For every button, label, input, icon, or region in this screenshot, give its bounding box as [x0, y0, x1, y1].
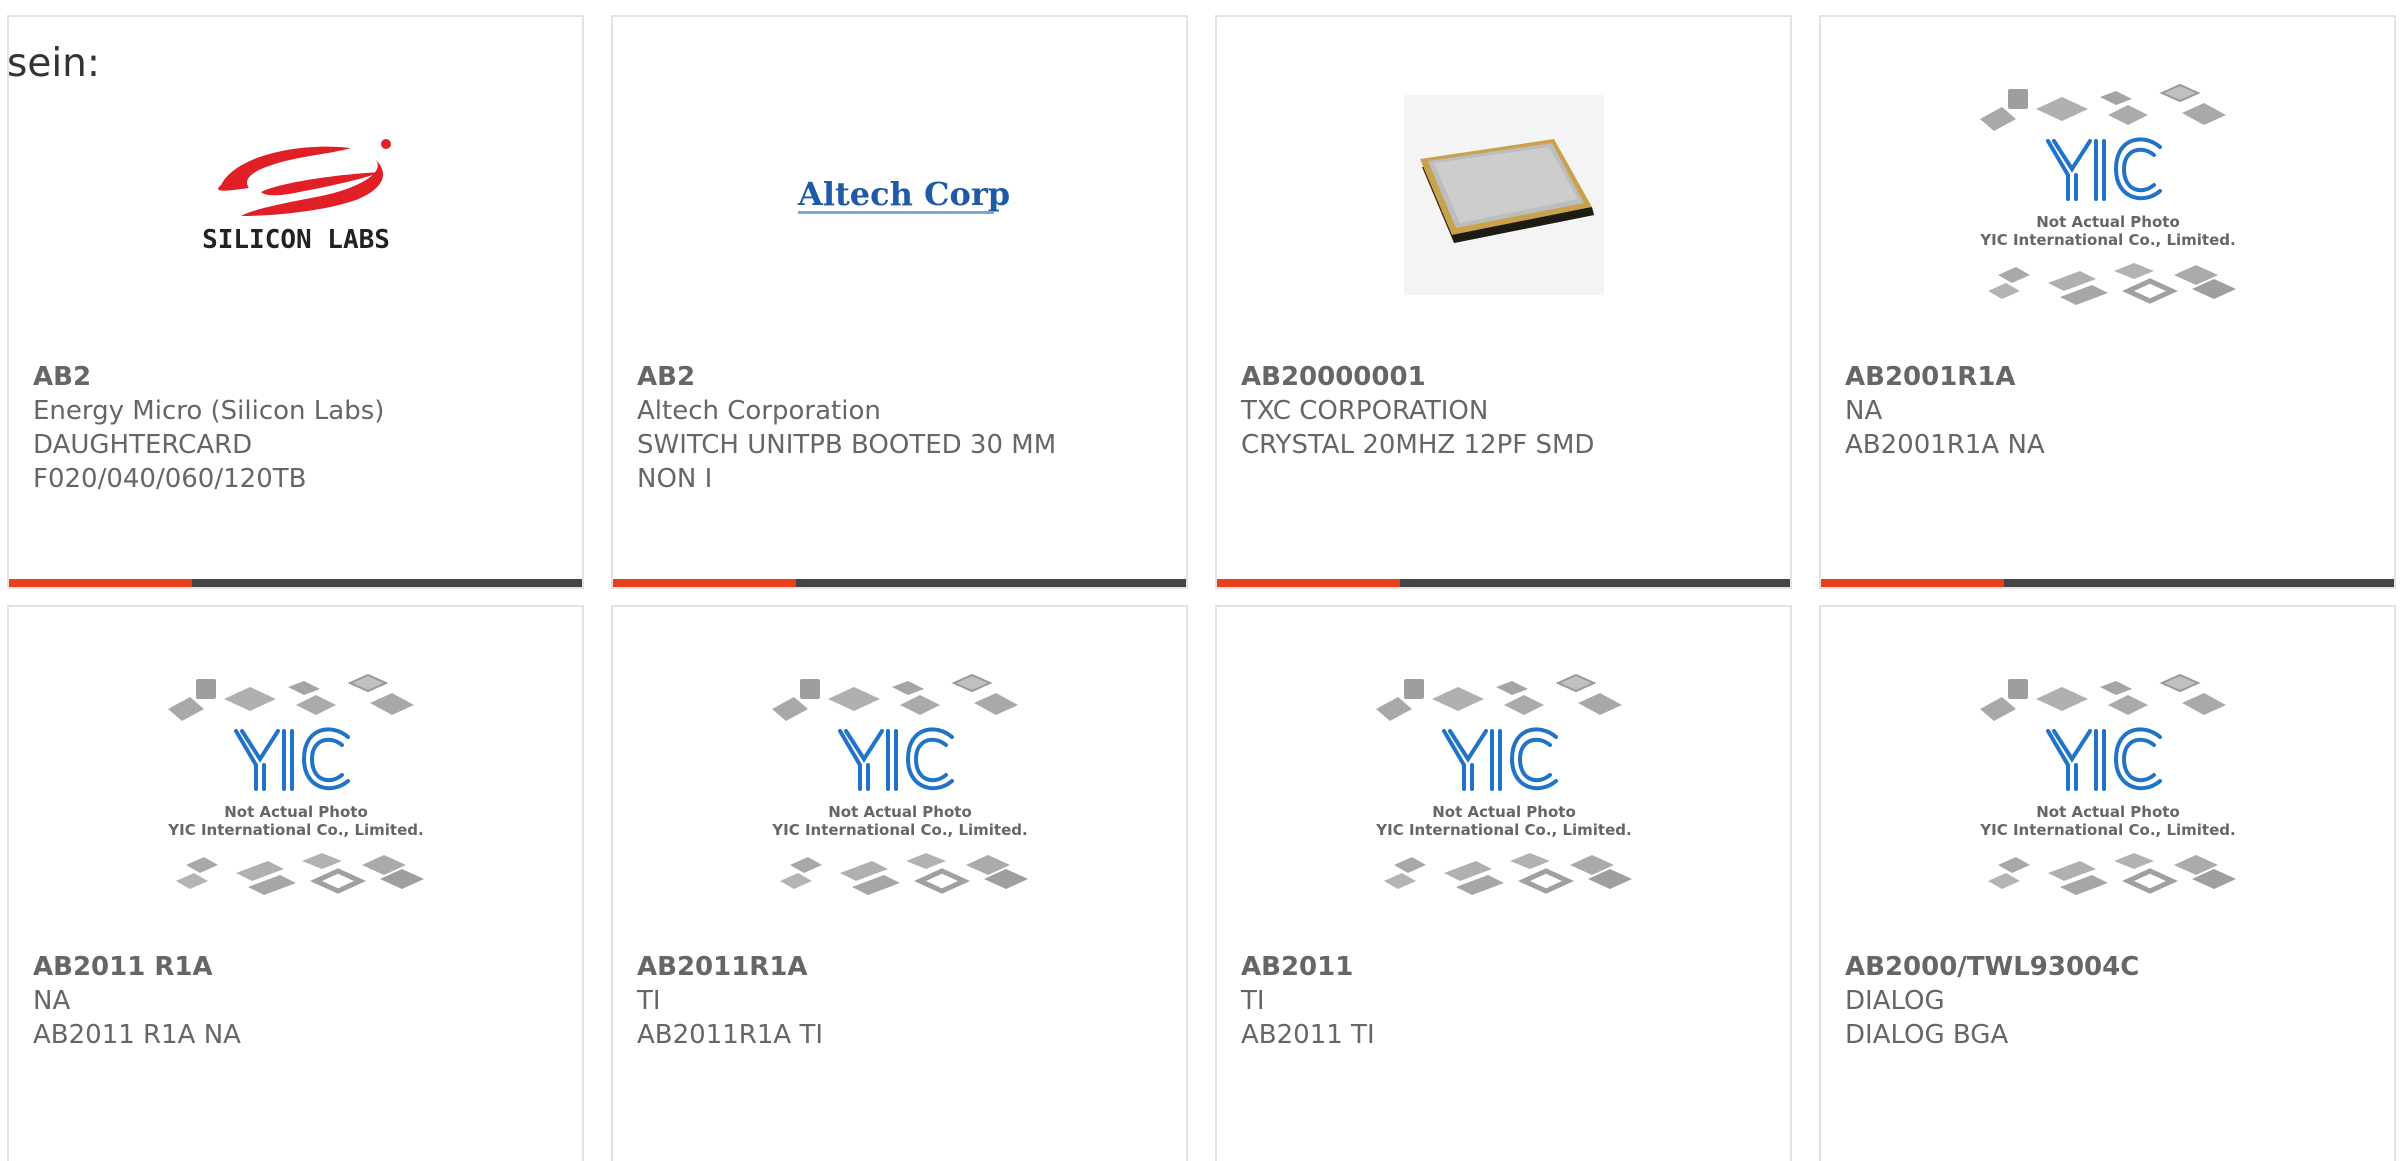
- card-accent-bar: [1821, 579, 2004, 587]
- placeholder-caption-line-2: YIC International Co., Limited.: [167, 821, 423, 839]
- manufacturer: NA: [33, 986, 71, 1016]
- yic-logo-icon: [2045, 137, 2162, 201]
- placeholder-caption-line-1: Not Actual Photo: [224, 803, 368, 821]
- placeholder-caption-line-1: Not Actual Photo: [1432, 803, 1576, 821]
- silicon-labs-logo: SILICON LABS: [202, 139, 391, 255]
- yic-placeholder-image: Not Actual PhotoYIC International Co., L…: [167, 673, 424, 895]
- manufacturer: TXC CORPORATION: [1241, 396, 1489, 426]
- lead-text: sein:: [7, 41, 101, 86]
- product-image[interactable]: SILICON LABS: [9, 75, 582, 315]
- yic-placeholder-image: Not Actual PhotoYIC International Co., L…: [771, 673, 1028, 895]
- product-image[interactable]: Not Actual Photo YIC International Co., L…: [1821, 75, 2394, 315]
- placeholder-caption-line-2: YIC International Co., Limited.: [1375, 821, 1631, 839]
- description-line-1: AB2011 TI: [1241, 1020, 1375, 1050]
- product-card[interactable]: Altech Corp. AB2 Altech Corporation SWIT…: [611, 15, 1188, 589]
- card-accent-bar: [613, 579, 796, 587]
- product-card[interactable]: AB20000001 TXC CORPORATION CRYSTAL 20MHZ…: [1215, 15, 1792, 589]
- description-line-1: DIALOG BGA: [1845, 1020, 2009, 1050]
- yic-placeholder-image: Not Actual PhotoYIC International Co., L…: [1979, 673, 2236, 895]
- product-image[interactable]: Altech Corp.: [613, 75, 1186, 315]
- part-number[interactable]: AB2000/TWL93004C: [1845, 950, 2374, 984]
- description-line-1: AB2001R1A NA: [1845, 430, 2045, 460]
- manufacturer: Altech Corporation: [637, 396, 881, 426]
- product-info: AB2 Energy Micro (Silicon Labs) DAUGHTER…: [33, 360, 562, 496]
- manufacturer: TI: [637, 986, 661, 1016]
- description-line-2: F020/040/060/120TB: [33, 464, 307, 494]
- yic-logo-icon: [2045, 727, 2162, 791]
- page: sein: SILICON LABS AB2 Energy Micro (Sil…: [0, 0, 2400, 1161]
- altech-logo: Altech Corp.: [797, 175, 1010, 214]
- card-bottom-bar: [613, 579, 1186, 587]
- product-info: AB2011 TI AB2011 TI: [1241, 950, 1770, 1052]
- placeholder-caption-line-1: Not Actual Photo: [2036, 803, 2180, 821]
- yic-logo-icon: [1441, 727, 1558, 791]
- yic-logo-icon: [233, 727, 350, 791]
- description-line-1: SWITCH UNITPB BOOTED 30 MM: [637, 430, 1057, 460]
- altech-wordmark: Altech Corp.: [797, 175, 1010, 213]
- description-line-1: AB2011R1A TI: [637, 1020, 823, 1050]
- description-line-1: AB2011 R1A NA: [33, 1020, 241, 1050]
- product-image[interactable]: Not Actual Photo YIC International Co., L…: [9, 665, 582, 905]
- part-number[interactable]: AB2001R1A: [1845, 360, 2374, 394]
- product-image[interactable]: [1217, 75, 1790, 315]
- description-line-2: NON I: [637, 464, 713, 494]
- product-card[interactable]: Not Actual Photo YIC International Co., L…: [1819, 605, 2396, 1161]
- product-card[interactable]: SILICON LABS AB2 Energy Micro (Silicon L…: [7, 15, 584, 589]
- silicon-labs-wordmark: SILICON LABS: [202, 225, 390, 255]
- product-image[interactable]: Not Actual Photo YIC International Co., L…: [1217, 665, 1790, 905]
- product-info: AB2001R1A NA AB2001R1A NA: [1845, 360, 2374, 462]
- card-bottom-bar: [1217, 579, 1790, 587]
- product-info: AB20000001 TXC CORPORATION CRYSTAL 20MHZ…: [1241, 360, 1770, 462]
- part-number[interactable]: AB2: [637, 360, 1166, 394]
- part-number[interactable]: AB2011R1A: [637, 950, 1166, 984]
- product-card[interactable]: Not Actual Photo YIC International Co., L…: [1819, 15, 2396, 589]
- manufacturer: NA: [1845, 396, 1883, 426]
- product-info: AB2011R1A TI AB2011R1A TI: [637, 950, 1166, 1052]
- product-info: AB2000/TWL93004C DIALOG DIALOG BGA: [1845, 950, 2374, 1052]
- description-line-1: DAUGHTERCARD: [33, 430, 253, 460]
- description-line-1: CRYSTAL 20MHZ 12PF SMD: [1241, 430, 1595, 460]
- product-image[interactable]: Not Actual Photo YIC International Co., L…: [613, 665, 1186, 905]
- part-number[interactable]: AB2011: [1241, 950, 1770, 984]
- card-accent-bar: [1217, 579, 1400, 587]
- product-info: AB2011 R1A NA AB2011 R1A NA: [33, 950, 562, 1052]
- crystal-photo: [1403, 95, 1604, 295]
- product-info: AB2 Altech Corporation SWITCH UNITPB BOO…: [637, 360, 1166, 496]
- placeholder-caption-line-2: YIC International Co., Limited.: [1979, 231, 2235, 249]
- card-bottom-bar: [9, 579, 582, 587]
- card-bottom-bar: [1821, 579, 2394, 587]
- part-number[interactable]: AB2: [33, 360, 562, 394]
- manufacturer: DIALOG: [1845, 986, 1945, 1016]
- yic-placeholder-image: Not Actual PhotoYIC International Co., L…: [1979, 83, 2236, 305]
- manufacturer: Energy Micro (Silicon Labs): [33, 396, 385, 426]
- product-card[interactable]: Not Actual Photo YIC International Co., L…: [7, 605, 584, 1161]
- part-number[interactable]: AB2011 R1A: [33, 950, 562, 984]
- product-card[interactable]: Not Actual Photo YIC International Co., L…: [611, 605, 1188, 1161]
- placeholder-caption-line-1: Not Actual Photo: [2036, 213, 2180, 231]
- product-image[interactable]: Not Actual Photo YIC International Co., L…: [1821, 665, 2394, 905]
- placeholder-caption-line-2: YIC International Co., Limited.: [771, 821, 1027, 839]
- manufacturer: TI: [1241, 986, 1265, 1016]
- placeholder-caption-line-1: Not Actual Photo: [828, 803, 972, 821]
- placeholder-caption-line-2: YIC International Co., Limited.: [1979, 821, 2235, 839]
- part-number[interactable]: AB20000001: [1241, 360, 1770, 394]
- yic-logo-icon: [837, 727, 954, 791]
- card-accent-bar: [9, 579, 192, 587]
- product-card[interactable]: Not Actual Photo YIC International Co., L…: [1215, 605, 1792, 1161]
- yic-placeholder-image: Not Actual PhotoYIC International Co., L…: [1375, 673, 1632, 895]
